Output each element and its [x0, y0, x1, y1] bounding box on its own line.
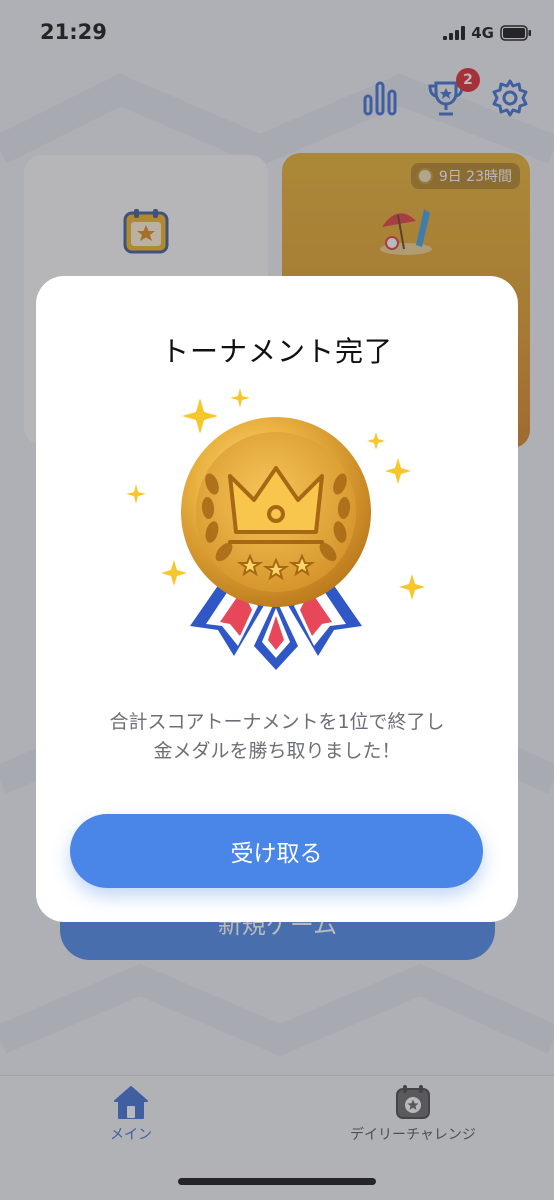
modal-message-line-2: 金メダルを勝ち取りました！ [153, 740, 401, 762]
tournament-complete-modal: トーナメント完了 合計スコアトーナメントを1位で終了し 金メダルを勝ち取りました… [36, 276, 518, 922]
receive-button[interactable]: 受け取る [70, 814, 483, 888]
gold-medal-icon [126, 384, 426, 684]
modal-message: 合計スコアトーナメントを1位で終了し 金メダルを勝ち取りました！ [56, 708, 498, 766]
modal-message-line-1: 合計スコアトーナメントを1位で終了し [109, 711, 445, 733]
modal-title: トーナメント完了 [160, 335, 393, 368]
